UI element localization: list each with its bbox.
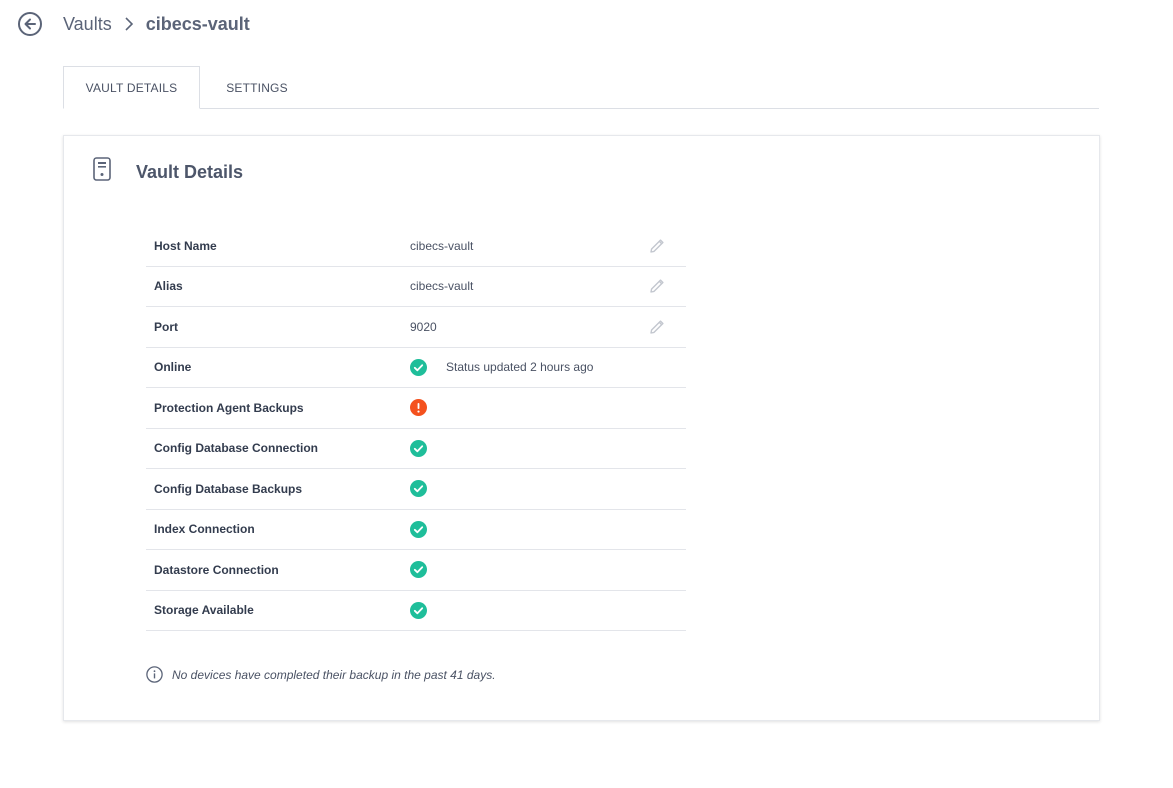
row-label: Config Database Backups xyxy=(154,481,303,496)
detail-row-datastore-connection: Datastore Connection xyxy=(146,550,686,591)
info-note-text: No devices have completed their backup i… xyxy=(172,667,496,682)
row-label: Config Database Connection xyxy=(154,441,319,456)
detail-row-protection-agent-backups: Protection Agent Backups xyxy=(146,388,686,429)
info-note: No devices have completed their backup i… xyxy=(146,666,496,683)
detail-row-index-connection: Index Connection xyxy=(146,510,686,550)
row-label: Online xyxy=(154,360,192,375)
exclamation-circle-icon xyxy=(410,399,427,417)
check-circle-icon xyxy=(410,439,427,457)
breadcrumb-vaults-link[interactable]: Vaults xyxy=(63,14,112,35)
chevron-right-icon xyxy=(124,17,134,31)
check-circle-icon xyxy=(410,520,427,538)
check-circle-icon xyxy=(410,601,427,619)
check-circle-icon xyxy=(410,358,427,376)
card-title: Vault Details xyxy=(136,162,244,182)
row-label: Datastore Connection xyxy=(154,562,279,577)
tab-bar: VAULT DETAILS SETTINGS xyxy=(63,66,1099,109)
tab-vault-details[interactable]: VAULT DETAILS xyxy=(63,66,200,109)
info-circle-icon xyxy=(146,666,163,683)
page-title: cibecs-vault xyxy=(145,13,250,34)
server-icon xyxy=(93,157,111,181)
pencil-icon[interactable] xyxy=(648,237,666,255)
row-label: Index Connection xyxy=(154,522,255,537)
row-label: Protection Agent Backups xyxy=(154,400,304,415)
back-button[interactable] xyxy=(18,12,42,36)
detail-row-config-database-backups: Config Database Backups xyxy=(146,469,686,510)
row-value: cibecs-vault xyxy=(410,238,474,253)
pencil-icon[interactable] xyxy=(648,318,666,336)
tab-settings[interactable]: SETTINGS xyxy=(200,66,314,109)
row-label: Host Name xyxy=(154,238,217,253)
detail-row-host-name: Host Name cibecs-vault xyxy=(146,226,686,267)
row-value: cibecs-vault xyxy=(410,279,474,294)
detail-row-config-database-connection: Config Database Connection xyxy=(146,429,686,469)
detail-row-online: Online Status updated 2 hours ago xyxy=(146,348,686,388)
status-updated-text: Status updated 2 hours ago xyxy=(446,360,594,375)
arrow-left-icon xyxy=(24,18,36,30)
details-table: Host Name cibecs-vault Alias cibecs-vaul… xyxy=(146,226,686,631)
row-label: Storage Available xyxy=(154,603,254,618)
check-circle-icon xyxy=(410,480,427,498)
detail-row-port: Port 9020 xyxy=(146,307,686,348)
row-label: Port xyxy=(154,319,178,334)
row-value: 9020 xyxy=(410,319,437,334)
row-label: Alias xyxy=(154,279,183,294)
breadcrumb: Vaults cibecs-vault xyxy=(63,12,250,36)
detail-row-alias: Alias cibecs-vault xyxy=(146,267,686,307)
detail-row-storage-available: Storage Available xyxy=(146,591,686,631)
check-circle-icon xyxy=(410,561,427,579)
vault-details-card: Vault Details Host Name cibecs-vault Ali… xyxy=(63,135,1100,721)
pencil-icon[interactable] xyxy=(648,277,666,295)
